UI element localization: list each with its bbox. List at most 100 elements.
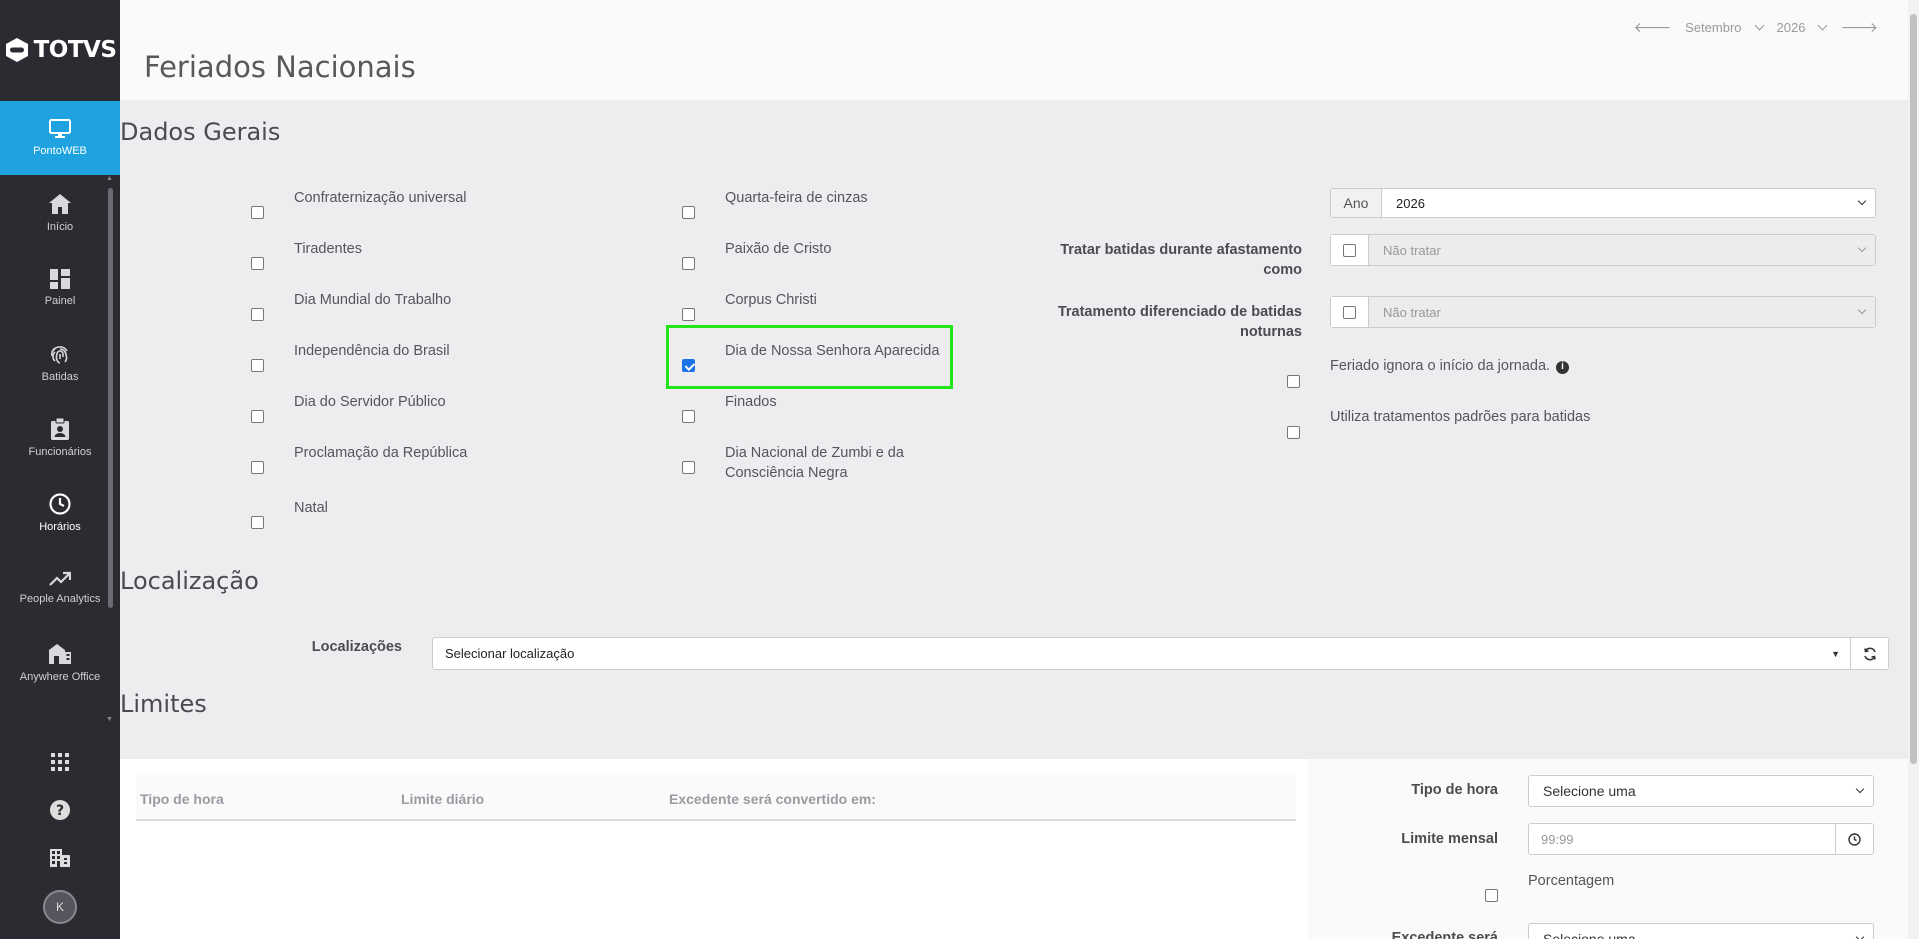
sidebar-item-inicio[interactable]: Início — [0, 175, 120, 250]
excedente-group: Selecione uma — [1528, 923, 1874, 939]
limites-table: Tipo de hora Limite diário Excedente ser… — [120, 759, 1308, 939]
ignora-jornada-text: Feriado ignora o início da jornada. — [1330, 358, 1551, 374]
limites-form: Tipo de hora Selecione uma Limite mensal… — [1308, 759, 1908, 939]
info-icon[interactable]: i — [1556, 360, 1570, 374]
ano-select[interactable]: 2026 — [1382, 189, 1875, 217]
tipo-hora-label: Tipo de hora — [1411, 782, 1498, 798]
month-select[interactable]: Setembro — [1685, 20, 1764, 35]
trend-icon — [49, 571, 71, 586]
svg-text:?: ? — [56, 803, 64, 819]
tratar-afastamento-value: Não tratar — [1383, 242, 1441, 258]
apps-grid-icon — [51, 753, 69, 771]
totvs-logo[interactable]: TOTVS — [0, 0, 120, 100]
sidebar-item-label: Painel — [44, 294, 76, 307]
checkbox-paixao-cristo[interactable] — [682, 257, 695, 270]
excedente-select[interactable]: Selecione uma — [1529, 924, 1873, 939]
localizacao-placeholder: Selecionar localização — [445, 646, 575, 661]
column-header-tipo-hora[interactable]: Tipo de hora — [140, 791, 224, 807]
checkbox-tratamentos-padroes[interactable] — [1287, 426, 1300, 439]
checkbox-confraternizacao[interactable] — [251, 206, 264, 219]
sidebar-item-painel[interactable]: Painel — [0, 250, 120, 325]
sidebar-item-batidas[interactable]: Batidas — [0, 325, 120, 400]
chevron-down-icon — [1857, 243, 1867, 253]
checkbox-corpus-christi[interactable] — [682, 308, 695, 321]
tratamentos-padroes-label: Utiliza tratamentos padrões para batidas — [1330, 409, 1591, 425]
chevron-down-icon — [1855, 932, 1865, 939]
column-header-excedente[interactable]: Excedente será convertido em: — [669, 791, 876, 807]
sidebar-item-people-analytics[interactable]: People Analytics — [0, 550, 120, 625]
sidebar-item-label: People Analytics — [19, 592, 101, 605]
ignora-jornada-label: Feriado ignora o início da jornada. i — [1330, 356, 1570, 376]
holiday-label: Corpus Christi — [725, 292, 817, 308]
sidebar-scrollbar[interactable] — [108, 188, 113, 608]
checkbox-finados[interactable] — [682, 410, 695, 423]
ano-value: 2026 — [1396, 195, 1425, 211]
logo-text: TOTVS — [33, 37, 117, 63]
sidebar-item-funcionarios[interactable]: Funcionários — [0, 400, 120, 475]
next-month-arrow-icon[interactable]: 🡒 — [1840, 19, 1878, 36]
holiday-label: Tiradentes — [294, 241, 362, 257]
sidebar-item-label: Funcionários — [28, 445, 92, 458]
clock-icon — [1848, 832, 1861, 846]
app-tile-pontoweb[interactable]: PontoWEB — [0, 101, 120, 183]
checkbox-porcentagem[interactable] — [1485, 889, 1498, 902]
dashboard-icon — [50, 268, 70, 289]
help-button[interactable]: ? — [49, 800, 71, 820]
holiday-label: Proclamação da República — [294, 445, 468, 461]
page-scrollbar-thumb[interactable] — [1910, 14, 1917, 764]
apps-grid-button[interactable] — [51, 752, 69, 772]
company-button[interactable] — [49, 848, 71, 868]
tratamento-noturnas-checkbox-wrap — [1331, 297, 1369, 327]
limite-mensal-placeholder[interactable]: 99:99 — [1529, 824, 1835, 854]
checkbox-natal[interactable] — [251, 516, 264, 529]
checkbox-zumbi[interactable] — [682, 461, 695, 474]
checkbox-servidor-publico[interactable] — [251, 410, 264, 423]
caret-down-icon: ▼ — [1831, 648, 1840, 659]
tratamento-noturnas-value: Não tratar — [1383, 304, 1441, 320]
totvs-logo-icon — [5, 38, 28, 62]
scroll-up-arrow[interactable]: ▲ — [106, 175, 113, 182]
year-select[interactable]: 2026 — [1776, 20, 1828, 35]
checkbox-proclamacao[interactable] — [251, 461, 264, 474]
chevron-down-icon — [1818, 20, 1828, 31]
tratamento-noturnas-select[interactable]: Não tratar — [1369, 297, 1875, 327]
scroll-down-arrow[interactable]: ▼ — [106, 716, 113, 723]
avatar[interactable]: K — [43, 890, 77, 924]
chevron-down-icon — [1754, 20, 1764, 31]
sidebar-item-label: Anywhere Office — [19, 670, 101, 683]
holiday-label: Dia Nacional de Zumbi e da Consciência N… — [725, 445, 904, 481]
refresh-button[interactable] — [1850, 638, 1888, 669]
localizacao-select-group: Selecionar localização ▼ — [432, 637, 1889, 670]
month-value: Setembro — [1685, 20, 1742, 35]
house-office-icon — [49, 643, 71, 664]
building-icon — [50, 849, 70, 867]
localizacao-select[interactable]: Selecionar localização ▼ — [433, 638, 1850, 669]
previous-month-arrow-icon[interactable]: 🡐 — [1634, 19, 1672, 36]
sidebar-item-horarios[interactable]: Horários — [0, 475, 120, 550]
checkbox-ignora-jornada[interactable] — [1287, 375, 1300, 388]
tratar-afastamento-checkbox[interactable] — [1343, 243, 1356, 257]
tipo-hora-select[interactable]: Selecione uma — [1529, 776, 1873, 806]
holiday-label: Quarta-feira de cinzas — [725, 190, 868, 206]
tratar-afastamento-label: Tratar batidas durante afastamento como — [1060, 242, 1302, 278]
section-title-limites: Limites — [120, 690, 207, 718]
column-header-limite-diario[interactable]: Limite diário — [401, 791, 484, 807]
localizacoes-label: Localizações — [311, 639, 402, 655]
year-value: 2026 — [1776, 20, 1806, 35]
page-scrollbar[interactable] — [1908, 0, 1919, 939]
clock-icon — [49, 492, 71, 515]
holiday-label: Finados — [725, 394, 777, 410]
checkbox-independencia[interactable] — [251, 359, 264, 372]
checkbox-dia-trabalho[interactable] — [251, 308, 264, 321]
holiday-label: Paixão de Cristo — [725, 241, 832, 257]
tratar-afastamento-group: Não tratar — [1330, 234, 1876, 266]
checkbox-quarta-cinzas[interactable] — [682, 206, 695, 219]
limite-mensal-label: Limite mensal — [1401, 831, 1498, 847]
limite-mensal-input[interactable]: 99:99 — [1528, 823, 1874, 855]
checkbox-tiradentes[interactable] — [251, 257, 264, 270]
tratamento-noturnas-checkbox[interactable] — [1343, 305, 1356, 319]
sidebar-item-anywhere-office[interactable]: Anywhere Office — [0, 625, 120, 700]
tratar-afastamento-select[interactable]: Não tratar — [1369, 235, 1875, 265]
time-picker-button[interactable] — [1835, 824, 1873, 854]
ano-label: Ano — [1331, 189, 1382, 217]
